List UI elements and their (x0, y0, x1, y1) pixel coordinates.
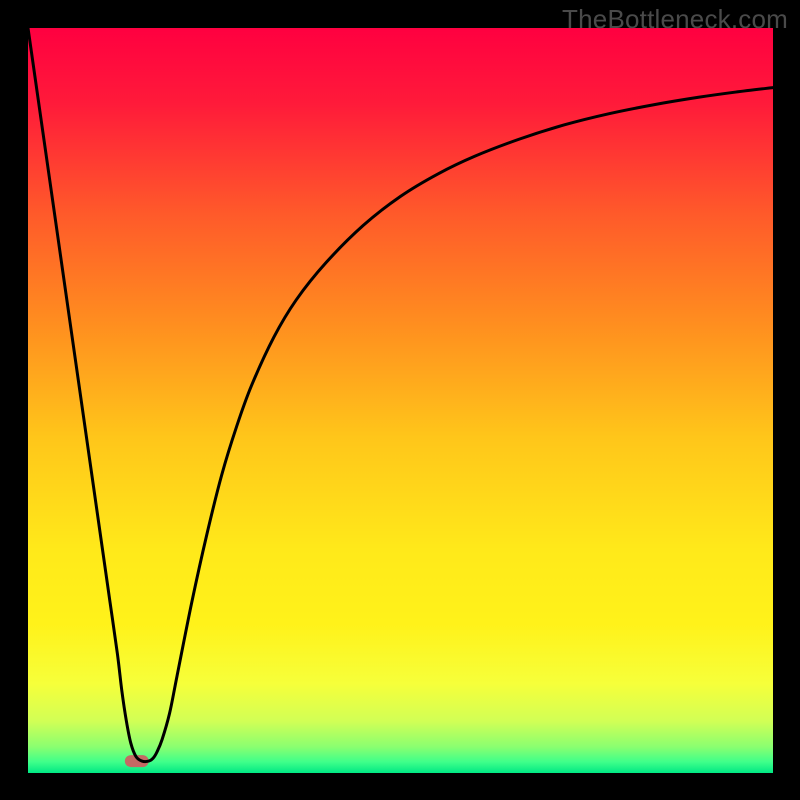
watermark-text: TheBottleneck.com (562, 4, 788, 35)
chart-svg (28, 28, 773, 773)
chart-background (28, 28, 773, 773)
chart-plot-area (28, 28, 773, 773)
app-root: TheBottleneck.com (0, 0, 800, 800)
